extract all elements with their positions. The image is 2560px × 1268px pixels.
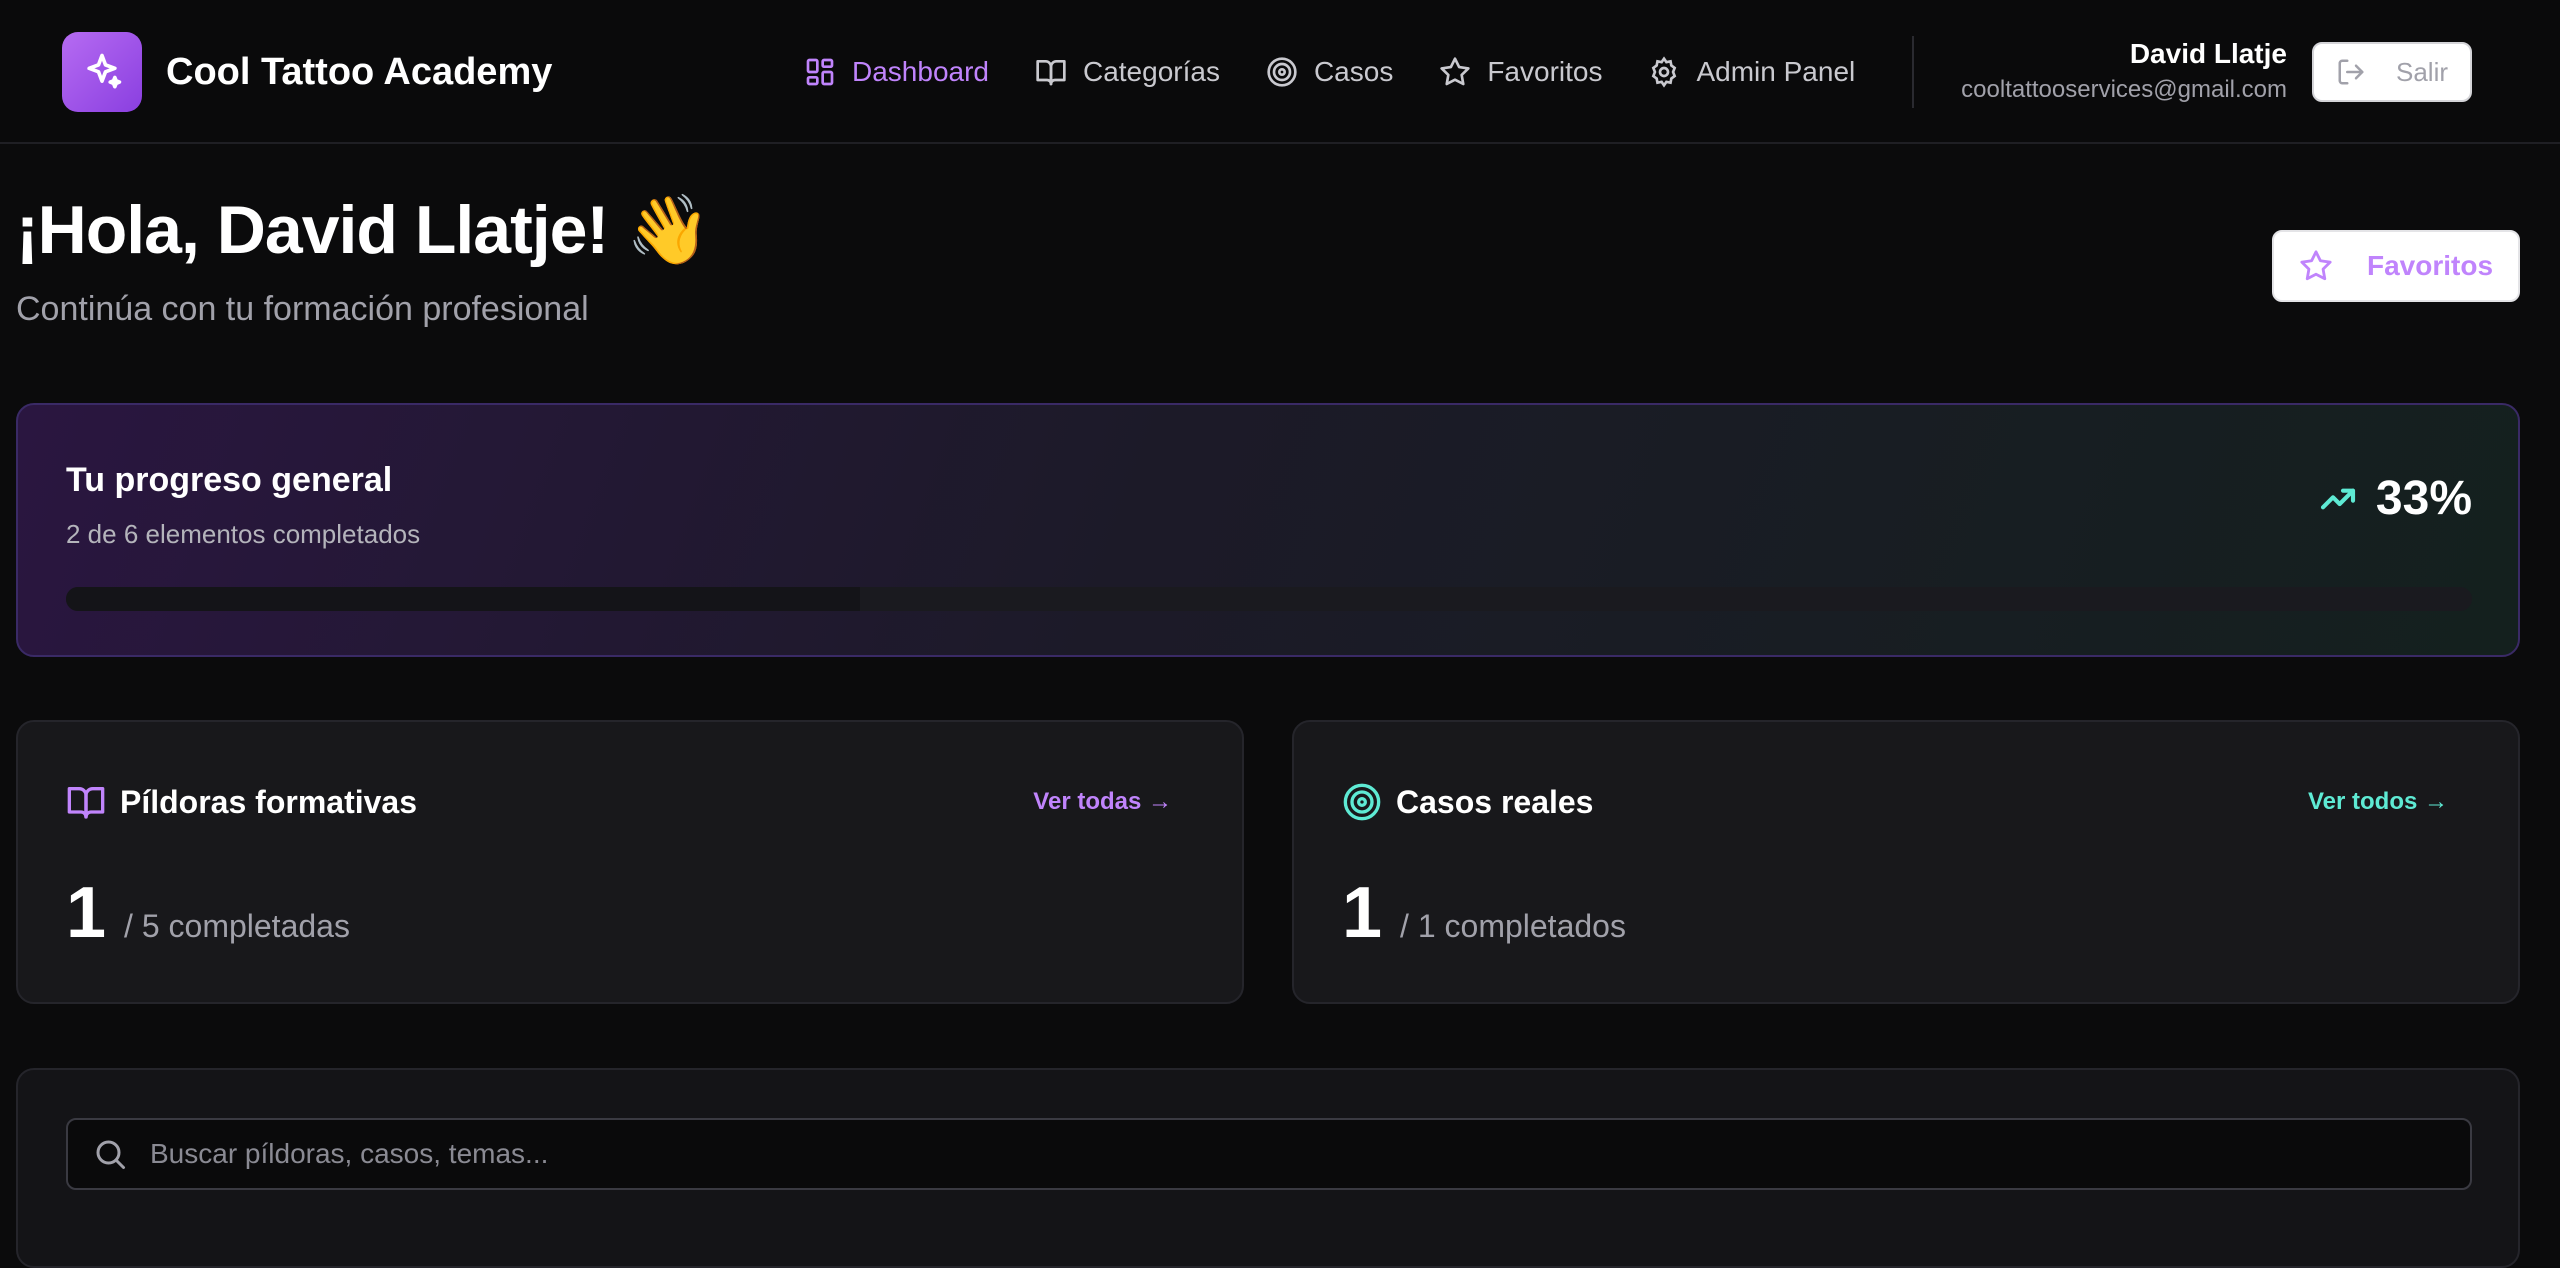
nav-item-label: Casos	[1313, 56, 1394, 87]
pildoras-title: Píldoras formativas	[120, 783, 417, 820]
progress-percent: 33%	[2318, 471, 2472, 526]
layout-grid-icon	[806, 58, 834, 86]
progress-subtitle: 2 de 6 elementos completados	[66, 519, 421, 549]
main-nav: Dashboard Categorías Casos Favoritos Adm…	[804, 48, 1901, 96]
nav-item-dashboard[interactable]: Dashboard	[804, 56, 989, 88]
favorites-button[interactable]: Favoritos	[2272, 230, 2520, 302]
nav-item-label: Favoritos	[1487, 56, 1603, 87]
page-subtitle: Continúa con tu formación profesional	[16, 290, 589, 328]
star-icon	[2300, 250, 2332, 281]
search-icon	[96, 1140, 125, 1169]
log-out-icon	[2338, 59, 2364, 85]
greeting: ¡Hola, David Llatje! 👋 Continúa con tu f…	[16, 190, 711, 329]
pildoras-view-all-link[interactable]: Ver todas →	[1033, 788, 1172, 816]
nav-item-categorias[interactable]: Categorías	[1035, 56, 1220, 88]
user-info: David Llatje cooltattooservices@gmail.co…	[1961, 38, 2287, 104]
progress-bar	[66, 587, 2472, 611]
progress-title: Tu progreso general	[66, 461, 393, 499]
pildoras-header: Píldoras formativas	[66, 782, 417, 822]
brand-title: Cool Tattoo Academy	[166, 50, 553, 93]
sparkles-icon	[62, 32, 142, 112]
casos-view-all-link[interactable]: Ver todos →	[2308, 788, 2448, 816]
search-input[interactable]	[150, 1120, 2470, 1188]
trending-up-icon	[2320, 488, 2356, 509]
pildoras-count: 1 / 5 completadas	[66, 872, 350, 954]
progress-bar-fill	[66, 587, 860, 611]
casos-count-value: 1	[1342, 873, 1383, 953]
pildoras-count-value: 1	[66, 873, 107, 953]
nav-divider	[1912, 36, 1914, 108]
logout-button[interactable]: Salir	[2312, 42, 2472, 102]
nav-item-label: Admin Panel	[1696, 56, 1856, 87]
book-open-icon	[1036, 60, 1066, 86]
nav-item-label: Dashboard	[852, 56, 989, 87]
page-title: ¡Hola, David Llatje! 👋	[16, 192, 711, 268]
user-name: David Llatje	[2129, 38, 2287, 69]
nav-item-casos[interactable]: Casos	[1266, 56, 1393, 88]
progress-percent-value: 33%	[2375, 472, 2472, 525]
casos-count-suffix: / 1 completados	[1400, 908, 1626, 944]
star-icon	[1440, 57, 1470, 86]
casos-header: Casos reales	[1342, 782, 1593, 822]
pildoras-count-suffix: / 5 completadas	[124, 908, 350, 944]
search-card	[16, 1068, 2520, 1268]
logout-label: Salir	[2395, 56, 2448, 87]
user-email: cooltattooservices@gmail.com	[1961, 76, 2287, 103]
casos-count: 1 / 1 completados	[1342, 872, 1626, 954]
target-icon	[1267, 57, 1297, 87]
brand[interactable]: Cool Tattoo Academy	[62, 32, 552, 112]
nav-item-favoritos[interactable]: Favoritos	[1439, 56, 1602, 88]
casos-title: Casos reales	[1396, 783, 1594, 820]
book-open-icon	[67, 787, 105, 819]
favorites-button-label: Favoritos	[2366, 250, 2494, 281]
progress-card: Tu progreso general 2 de 6 elementos com…	[16, 403, 2520, 657]
casos-card: Casos reales Ver todos → 1 / 1 completad…	[1292, 720, 2520, 1004]
top-navigation-bar: Cool Tattoo Academy Dashboard Categorías…	[0, 0, 2560, 144]
target-icon	[1343, 783, 1381, 821]
nav-item-admin-panel[interactable]: Admin Panel	[1648, 56, 1855, 88]
search-box[interactable]	[66, 1118, 2472, 1190]
gear-icon	[1652, 56, 1677, 88]
pildoras-card: Píldoras formativas Ver todas → 1 / 5 co…	[16, 720, 1244, 1004]
nav-item-label: Categorías	[1082, 56, 1220, 87]
